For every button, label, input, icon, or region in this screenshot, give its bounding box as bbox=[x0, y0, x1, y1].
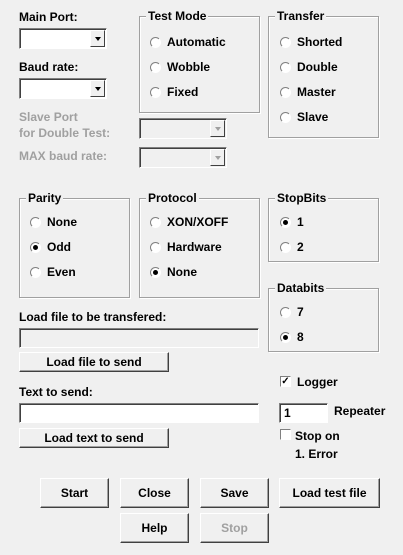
stop-button: Stop bbox=[200, 513, 269, 543]
load-file-label: Load file to be transfered: bbox=[19, 310, 167, 324]
radio-circle-icon bbox=[280, 36, 291, 48]
stop-on-error-label-2: 1. Error bbox=[295, 447, 338, 461]
start-button[interactable]: Start bbox=[40, 478, 109, 508]
radio-label: XON/XOFF bbox=[167, 215, 229, 229]
logger-checkbox[interactable]: ✓ bbox=[280, 376, 291, 387]
radio-circle-icon bbox=[280, 111, 291, 123]
radio-circle-icon bbox=[150, 61, 161, 73]
parity-title: Parity bbox=[26, 191, 64, 205]
radio-circle-icon bbox=[150, 216, 161, 228]
stopbits-radio[interactable]: 1 bbox=[280, 215, 304, 229]
file-path-field[interactable] bbox=[19, 328, 259, 348]
test-mode-radio[interactable]: Wobble bbox=[150, 60, 210, 74]
transfer-radio[interactable]: Shorted bbox=[280, 35, 342, 49]
radio-label: None bbox=[167, 265, 197, 279]
radio-circle-icon bbox=[150, 86, 161, 98]
baud-rate-select[interactable] bbox=[19, 78, 107, 99]
load-text-button[interactable]: Load text to send bbox=[19, 428, 169, 448]
protocol-radio[interactable]: Hardware bbox=[150, 240, 222, 254]
repeater-input[interactable] bbox=[279, 403, 328, 423]
radio-circle-icon bbox=[150, 266, 161, 278]
radio-circle-icon bbox=[30, 216, 41, 228]
test-mode-radio[interactable]: Automatic bbox=[150, 35, 226, 49]
databits-radio[interactable]: 8 bbox=[280, 330, 304, 344]
radio-circle-icon bbox=[280, 86, 291, 98]
databits-title: Databits bbox=[275, 281, 327, 295]
protocol-radio[interactable]: None bbox=[150, 265, 197, 279]
radio-label: Automatic bbox=[167, 35, 226, 49]
test-mode-radio[interactable]: Fixed bbox=[150, 85, 198, 99]
save-button[interactable]: Save bbox=[200, 478, 269, 508]
load-file-button[interactable]: Load file to send bbox=[19, 352, 169, 372]
logger-label: Logger bbox=[297, 375, 338, 389]
text-send-label: Text to send: bbox=[19, 385, 93, 399]
max-baud-select bbox=[139, 147, 227, 168]
stopbits-radio[interactable]: 2 bbox=[280, 240, 304, 254]
radio-circle-icon bbox=[280, 216, 291, 228]
chevron-down-icon[interactable] bbox=[90, 30, 105, 47]
radio-circle-icon bbox=[280, 331, 291, 343]
radio-circle-icon bbox=[150, 36, 161, 48]
stopbits-title: StopBits bbox=[275, 191, 329, 205]
text-send-input[interactable] bbox=[19, 403, 259, 423]
parity-radio[interactable]: Even bbox=[30, 265, 76, 279]
radio-circle-icon bbox=[150, 241, 161, 253]
transfer-radio[interactable]: Master bbox=[280, 85, 336, 99]
databits-radio[interactable]: 7 bbox=[280, 305, 304, 319]
radio-label: 8 bbox=[297, 330, 304, 344]
radio-label: Even bbox=[47, 265, 76, 279]
chevron-down-icon[interactable] bbox=[90, 80, 105, 97]
transfer-radio[interactable]: Double bbox=[280, 60, 338, 74]
radio-label: Hardware bbox=[167, 240, 222, 254]
main-port-label: Main Port: bbox=[19, 10, 78, 24]
transfer-title: Transfer bbox=[275, 9, 327, 23]
radio-circle-icon bbox=[280, 306, 291, 318]
radio-label: Master bbox=[297, 85, 336, 99]
radio-label: Fixed bbox=[167, 85, 199, 99]
max-baud-label: MAX baud rate: bbox=[19, 149, 108, 163]
radio-label: Wobble bbox=[167, 60, 211, 74]
chevron-down-icon bbox=[210, 149, 225, 166]
radio-circle-icon bbox=[30, 241, 41, 253]
radio-label: 7 bbox=[297, 305, 304, 319]
radio-label: Double bbox=[297, 60, 338, 74]
radio-label: Shorted bbox=[297, 35, 343, 49]
load-test-file-button[interactable]: Load test file bbox=[279, 478, 380, 508]
check-icon: ✓ bbox=[281, 376, 290, 387]
protocol-radio[interactable]: XON/XOFF bbox=[150, 215, 228, 229]
slave-port-label: Slave Port bbox=[19, 110, 78, 124]
test-mode-title: Test Mode bbox=[146, 9, 209, 23]
radio-label: None bbox=[47, 215, 77, 229]
radio-label: 2 bbox=[297, 240, 304, 254]
baud-rate-label: Baud rate: bbox=[19, 60, 79, 74]
close-button[interactable]: Close bbox=[120, 478, 189, 508]
stop-on-error-label: Stop on bbox=[295, 429, 340, 443]
parity-radio[interactable]: Odd bbox=[30, 240, 71, 254]
chevron-down-icon bbox=[210, 120, 225, 137]
slave-port-label-2: for Double Test: bbox=[19, 126, 111, 140]
radio-label: 1 bbox=[297, 215, 304, 229]
repeater-label: Repeater bbox=[334, 404, 386, 418]
main-port-select[interactable] bbox=[19, 28, 107, 49]
radio-circle-icon bbox=[30, 266, 41, 278]
radio-circle-icon bbox=[280, 241, 291, 253]
radio-label: Odd bbox=[47, 240, 71, 254]
stop-on-error-checkbox[interactable] bbox=[280, 429, 291, 440]
parity-radio[interactable]: None bbox=[30, 215, 77, 229]
transfer-radio[interactable]: Slave bbox=[280, 110, 328, 124]
radio-label: Slave bbox=[297, 110, 329, 124]
protocol-title: Protocol bbox=[146, 191, 199, 205]
slave-port-select bbox=[139, 118, 227, 139]
radio-circle-icon bbox=[280, 61, 291, 73]
help-button[interactable]: Help bbox=[120, 513, 189, 543]
